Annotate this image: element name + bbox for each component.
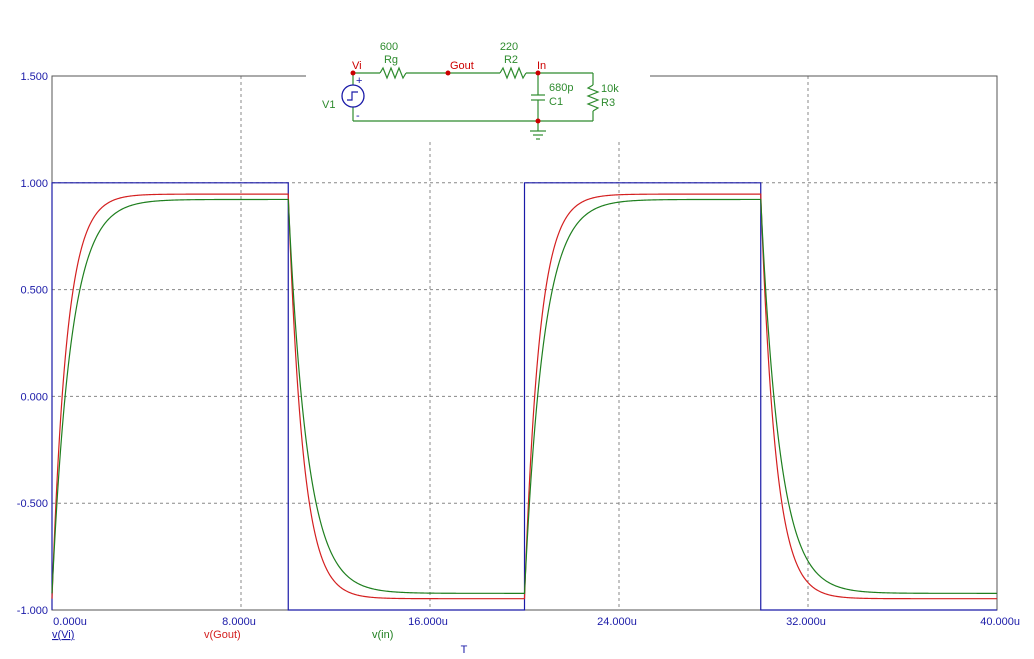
node-label-vi: Vi [352,60,362,72]
legend-entry[interactable]: v(Vi) [52,629,74,641]
node-label-gout: Gout [450,60,474,72]
y-tick-label: -0.500 [17,498,48,510]
y-tick-label: -1.000 [17,605,48,617]
y-tick-label: 0.500 [20,285,48,297]
c1-value: 680p [549,82,573,94]
node-label-in: In [537,60,546,72]
series-traces [51,182,997,611]
node-ground [535,118,541,124]
series-line [51,182,997,611]
x-axis-label: T [461,644,468,656]
transient-plot: -1.000 -0.500 0.000 0.500 1.000 1.500 0.000u 8.… [17,38,1020,656]
r2-name: R2 [504,54,518,66]
y-tick-label: 1.500 [20,71,48,83]
y-tick-label: 0.000 [20,391,48,403]
r3-value: 10k [601,83,619,95]
rg-value: 600 [380,41,398,53]
r3-name: R3 [601,97,615,109]
x-tick-label: 24.000u [597,616,637,628]
r2-value: 220 [500,41,518,53]
x-tick-label: 32.000u [786,616,826,628]
y-tick-label: 1.000 [20,178,48,190]
rg-name: Rg [384,54,398,66]
source-plus-sign: + [356,75,362,87]
circuit-schematic: 600 Rg 220 R2 680p C1 10k R3 V1 Vi Gout … [306,38,650,142]
voltage-source-v1 [341,84,365,108]
x-tick-label: 0.000u [53,616,87,628]
x-tick-label: 8.000u [222,616,256,628]
legend: v(Vi) v(Gout) v(in) [52,629,393,641]
x-tick-label: 40.000u [980,616,1020,628]
legend-entry[interactable]: v(in) [372,629,393,641]
legend-entry[interactable]: v(Gout) [204,629,241,641]
tick-labels: -1.000 -0.500 0.000 0.500 1.000 1.500 0.000u 8.… [17,71,1020,628]
c1-name: C1 [549,96,563,108]
source-minus-sign: - [356,110,360,122]
x-tick-label: 16.000u [408,616,448,628]
v1-name: V1 [322,99,335,111]
